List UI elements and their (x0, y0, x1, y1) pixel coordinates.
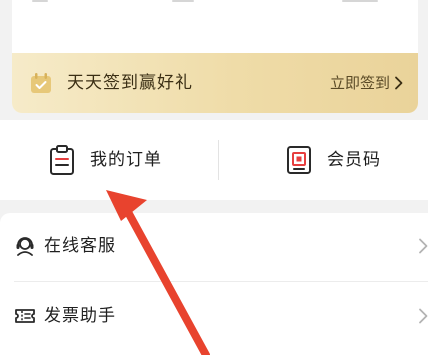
member-card: 天天签到赢好礼 立即签到 (12, 0, 418, 113)
online-service-label: 在线客服 (44, 236, 116, 256)
qr-code-icon (287, 146, 311, 174)
daily-signin-label: 天天签到赢好礼 (67, 73, 193, 93)
signin-now-button[interactable]: 立即签到 (330, 71, 404, 95)
chevron-right-icon (395, 76, 403, 90)
quick-actions-divider (218, 140, 219, 180)
headset-icon (16, 237, 34, 256)
my-orders-button[interactable]: 我的订单 (48, 120, 162, 200)
list-divider (14, 281, 428, 282)
stat-value-fragment (342, 0, 378, 2)
quick-actions-row: 我的订单 会员码 (0, 120, 428, 200)
chevron-right-icon (419, 308, 428, 324)
member-code-button[interactable]: 会员码 (285, 120, 381, 200)
stat-value-fragment (172, 0, 194, 2)
list-item-online-service[interactable]: 在线客服 (0, 213, 428, 279)
invoice-assistant-label: 发票助手 (44, 306, 116, 326)
signin-now-label: 立即签到 (329, 74, 390, 92)
list-item-invoice-assistant[interactable]: 发票助手 (0, 283, 428, 349)
clipboard-icon (50, 145, 74, 175)
services-list: 在线客服 发票助手 (0, 213, 428, 363)
stat-value-fragment (32, 0, 48, 2)
my-orders-label: 我的订单 (90, 150, 162, 170)
invoice-ticket-icon (15, 309, 35, 323)
member-code-label: 会员码 (327, 150, 381, 170)
chevron-right-icon (419, 238, 428, 254)
daily-signin-banner[interactable]: 天天签到赢好礼 立即签到 (12, 53, 418, 113)
calendar-check-icon (31, 73, 51, 93)
